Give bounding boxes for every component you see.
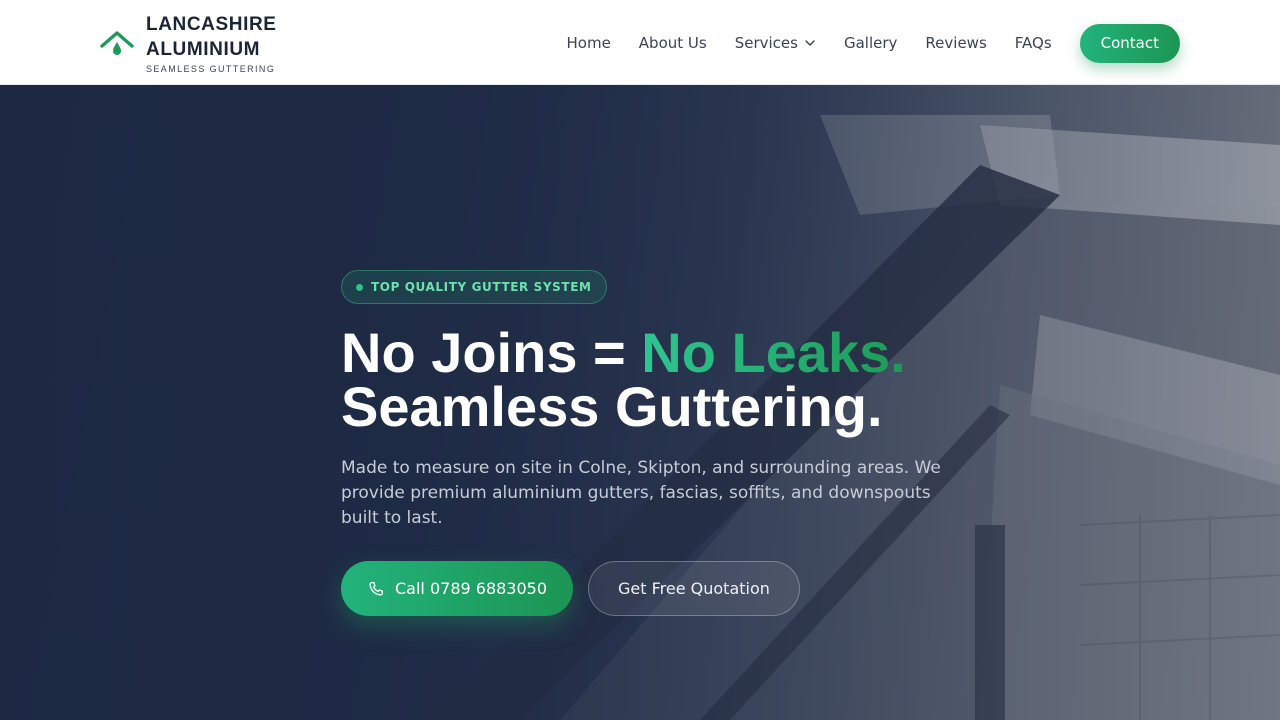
nav-services-label: Services	[734, 34, 798, 52]
hero-section: TOP QUALITY GUTTER SYSTEM No Joins = No …	[0, 85, 1280, 720]
main-nav: Home About Us Services Gallery Reviews F…	[567, 23, 1180, 63]
site-header: LANCASHIRE ALUMINIUM SEAMLESS GUTTERING …	[0, 0, 1280, 85]
nav-faqs[interactable]: FAQs	[1015, 34, 1052, 52]
hero-badge: TOP QUALITY GUTTER SYSTEM	[341, 270, 607, 304]
headline-line-2: Seamless Guttering.	[341, 375, 883, 438]
brand-logo[interactable]: LANCASHIRE ALUMINIUM SEAMLESS GUTTERING	[100, 12, 277, 74]
badge-label: TOP QUALITY GUTTER SYSTEM	[371, 280, 592, 294]
nav-services[interactable]: Services	[735, 34, 816, 52]
hero-content: TOP QUALITY GUTTER SYSTEM No Joins = No …	[341, 270, 961, 616]
badge-dot-icon	[356, 283, 363, 291]
cta-row: Call 0789 6883050 Get Free Quotation	[341, 561, 961, 616]
free-quotation-button[interactable]: Get Free Quotation	[588, 561, 800, 616]
nav-about-us[interactable]: About Us	[639, 34, 707, 52]
nav-gallery[interactable]: Gallery	[844, 34, 897, 52]
hero-headline: No Joins = No Leaks. Seamless Guttering.	[341, 325, 961, 438]
headline-line-1: No Joins = No Leaks.	[341, 325, 961, 381]
brand-name-line1: LANCASHIRE	[146, 14, 277, 35]
brand-tagline: SEAMLESS GUTTERING	[146, 64, 276, 74]
chevron-down-icon	[805, 40, 815, 46]
brand-text: LANCASHIRE ALUMINIUM SEAMLESS GUTTERING	[146, 12, 277, 74]
hero-description: Made to measure on site in Colne, Skipto…	[341, 458, 941, 528]
call-button[interactable]: Call 0789 6883050	[341, 561, 574, 616]
brand-name-line2: ALUMINIUM	[146, 39, 261, 60]
nav-home[interactable]: Home	[567, 34, 611, 52]
phone-icon	[369, 581, 384, 596]
nav-reviews[interactable]: Reviews	[925, 34, 986, 52]
roof-drop-icon	[100, 31, 134, 55]
contact-button[interactable]: Contact	[1079, 23, 1180, 63]
call-button-label: Call 0789 6883050	[395, 579, 548, 598]
